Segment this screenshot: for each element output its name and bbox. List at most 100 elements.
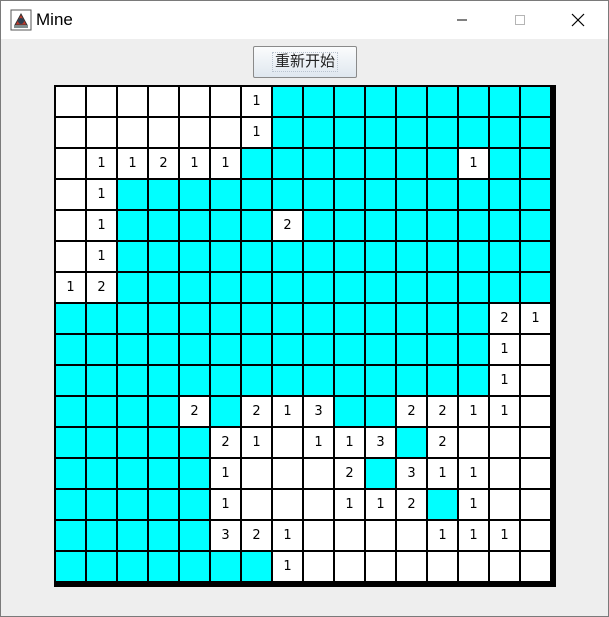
empty-cell[interactable] [397, 521, 426, 550]
covered-cell[interactable] [366, 242, 395, 271]
empty-cell[interactable] [428, 552, 457, 581]
minimize-button[interactable] [439, 1, 485, 39]
covered-cell[interactable] [149, 521, 178, 550]
empty-cell[interactable] [490, 428, 519, 457]
covered-cell[interactable] [242, 304, 271, 333]
number-cell[interactable]: 2 [273, 211, 302, 240]
empty-cell[interactable] [335, 521, 364, 550]
covered-cell[interactable] [459, 304, 488, 333]
empty-cell[interactable] [521, 366, 550, 395]
number-cell[interactable]: 1 [273, 397, 302, 426]
number-cell[interactable]: 1 [87, 211, 116, 240]
covered-cell[interactable] [397, 87, 426, 116]
covered-cell[interactable] [87, 304, 116, 333]
number-cell[interactable]: 1 [335, 490, 364, 519]
number-cell[interactable]: 2 [242, 397, 271, 426]
covered-cell[interactable] [242, 242, 271, 271]
covered-cell[interactable] [304, 304, 333, 333]
covered-cell[interactable] [428, 335, 457, 364]
covered-cell[interactable] [428, 273, 457, 302]
maximize-button[interactable] [497, 1, 543, 39]
covered-cell[interactable] [211, 242, 240, 271]
covered-cell[interactable] [490, 87, 519, 116]
covered-cell[interactable] [118, 428, 147, 457]
covered-cell[interactable] [242, 366, 271, 395]
number-cell[interactable]: 1 [490, 335, 519, 364]
number-cell[interactable]: 1 [242, 428, 271, 457]
covered-cell[interactable] [273, 335, 302, 364]
covered-cell[interactable] [149, 428, 178, 457]
covered-cell[interactable] [149, 366, 178, 395]
number-cell[interactable]: 1 [242, 87, 271, 116]
empty-cell[interactable] [459, 428, 488, 457]
covered-cell[interactable] [180, 490, 209, 519]
number-cell[interactable]: 1 [490, 366, 519, 395]
covered-cell[interactable] [397, 211, 426, 240]
number-cell[interactable]: 1 [459, 397, 488, 426]
covered-cell[interactable] [149, 335, 178, 364]
number-cell[interactable]: 1 [490, 521, 519, 550]
covered-cell[interactable] [521, 242, 550, 271]
covered-cell[interactable] [242, 180, 271, 209]
covered-cell[interactable] [366, 180, 395, 209]
covered-cell[interactable] [304, 335, 333, 364]
empty-cell[interactable] [304, 490, 333, 519]
covered-cell[interactable] [428, 304, 457, 333]
covered-cell[interactable] [335, 335, 364, 364]
covered-cell[interactable] [118, 459, 147, 488]
covered-cell[interactable] [180, 428, 209, 457]
covered-cell[interactable] [118, 335, 147, 364]
number-cell[interactable]: 2 [490, 304, 519, 333]
covered-cell[interactable] [273, 304, 302, 333]
covered-cell[interactable] [428, 242, 457, 271]
covered-cell[interactable] [180, 366, 209, 395]
covered-cell[interactable] [149, 242, 178, 271]
number-cell[interactable]: 1 [211, 149, 240, 178]
empty-cell[interactable] [149, 118, 178, 147]
covered-cell[interactable] [273, 118, 302, 147]
covered-cell[interactable] [118, 521, 147, 550]
covered-cell[interactable] [459, 87, 488, 116]
covered-cell[interactable] [521, 87, 550, 116]
empty-cell[interactable] [211, 118, 240, 147]
covered-cell[interactable] [490, 242, 519, 271]
number-cell[interactable]: 1 [118, 149, 147, 178]
empty-cell[interactable] [56, 87, 85, 116]
covered-cell[interactable] [366, 211, 395, 240]
covered-cell[interactable] [180, 459, 209, 488]
covered-cell[interactable] [211, 211, 240, 240]
covered-cell[interactable] [521, 180, 550, 209]
covered-cell[interactable] [459, 211, 488, 240]
empty-cell[interactable] [304, 521, 333, 550]
covered-cell[interactable] [335, 118, 364, 147]
covered-cell[interactable] [335, 397, 364, 426]
covered-cell[interactable] [87, 397, 116, 426]
covered-cell[interactable] [459, 118, 488, 147]
covered-cell[interactable] [180, 211, 209, 240]
covered-cell[interactable] [56, 459, 85, 488]
covered-cell[interactable] [211, 335, 240, 364]
covered-cell[interactable] [304, 87, 333, 116]
covered-cell[interactable] [428, 149, 457, 178]
close-button[interactable] [555, 1, 601, 39]
number-cell[interactable]: 1 [180, 149, 209, 178]
number-cell[interactable]: 1 [459, 459, 488, 488]
empty-cell[interactable] [521, 428, 550, 457]
number-cell[interactable]: 2 [428, 428, 457, 457]
covered-cell[interactable] [118, 490, 147, 519]
covered-cell[interactable] [490, 273, 519, 302]
covered-cell[interactable] [304, 242, 333, 271]
number-cell[interactable]: 3 [366, 428, 395, 457]
covered-cell[interactable] [397, 428, 426, 457]
empty-cell[interactable] [56, 211, 85, 240]
covered-cell[interactable] [273, 273, 302, 302]
covered-cell[interactable] [56, 366, 85, 395]
number-cell[interactable]: 1 [273, 552, 302, 581]
empty-cell[interactable] [180, 118, 209, 147]
covered-cell[interactable] [273, 242, 302, 271]
covered-cell[interactable] [149, 304, 178, 333]
covered-cell[interactable] [335, 242, 364, 271]
number-cell[interactable]: 1 [335, 428, 364, 457]
covered-cell[interactable] [180, 521, 209, 550]
covered-cell[interactable] [118, 211, 147, 240]
